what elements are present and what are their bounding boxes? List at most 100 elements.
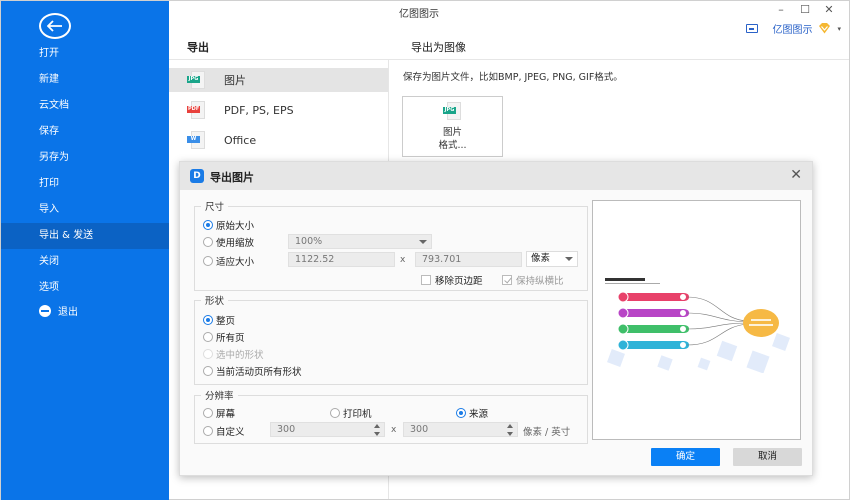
sidebar-item-label: 另存为: [39, 152, 69, 163]
radio-dot: [203, 237, 213, 247]
keep-aspect-ratio-checkbox[interactable]: 保持纵横比: [502, 273, 564, 287]
jpg-file-icon: JPG: [443, 102, 463, 120]
radio-original-size[interactable]: 原始大小: [203, 218, 254, 232]
preview-pane: [592, 200, 801, 440]
radio-whole-page[interactable]: 整页: [203, 313, 235, 327]
radio-dot: [203, 349, 213, 359]
radio-dot: [330, 408, 340, 418]
resolution-group-legend: 分辨率: [205, 391, 234, 402]
radio-dot: [203, 220, 213, 230]
radio-dot: [456, 408, 466, 418]
sidebar-item-label: 保存: [39, 126, 59, 137]
stepper-arrows-icon[interactable]: [374, 424, 381, 436]
size-group-legend: 尺寸: [205, 202, 225, 213]
close-window-button[interactable]: ✕: [819, 3, 839, 16]
sidebar-item-exit[interactable]: 退出: [1, 300, 169, 326]
remove-margin-checkbox[interactable]: 移除页边距: [421, 273, 483, 287]
preview-thumbnail: [599, 273, 795, 373]
user-area: 亿图图示 ▾: [746, 21, 841, 36]
sidebar-item-print[interactable]: 打印: [1, 171, 169, 197]
sidebar-item-label: 关闭: [39, 256, 59, 267]
cancel-button[interactable]: 取消: [733, 448, 802, 466]
format-label: 图片: [224, 74, 246, 87]
exit-icon: [39, 305, 51, 317]
preview-title: [605, 278, 645, 281]
sidebar-item-save[interactable]: 保存: [1, 119, 169, 145]
times-symbol: x: [400, 255, 406, 265]
shape-group-legend: 形状: [205, 296, 225, 307]
radio-dot: [203, 426, 213, 436]
image-format-card[interactable]: JPG 图片 格式...: [402, 96, 503, 157]
radio-dot: [203, 332, 213, 342]
user-menu-caret[interactable]: ▾: [837, 25, 841, 33]
format-item-pdf[interactable]: PDF PDF, PS, EPS: [169, 98, 388, 122]
feedback-icon[interactable]: [746, 24, 759, 33]
zoom-select[interactable]: 100%: [288, 234, 432, 249]
app-logo-icon: D: [190, 169, 204, 183]
radio-selected-shapes[interactable]: 选中的形状: [203, 347, 264, 361]
radio-custom[interactable]: 自定义: [203, 424, 245, 438]
minimize-button[interactable]: –: [771, 3, 791, 16]
sidebar-item-open[interactable]: 打开: [1, 41, 169, 67]
sidebar-item-cloud-docs[interactable]: 云文档: [1, 93, 169, 119]
format-item-office[interactable]: W Office: [169, 128, 388, 152]
times-symbol: x: [391, 425, 397, 435]
jpg-file-icon: JPG: [187, 71, 207, 89]
header-divider: [169, 59, 849, 60]
sidebar-item-label: 选项: [39, 282, 59, 293]
radio-dot: [203, 408, 213, 418]
height-input[interactable]: 793.701: [415, 252, 522, 267]
radio-fit-size[interactable]: 适应大小: [203, 254, 254, 268]
back-arrow-icon: [47, 20, 62, 32]
app-title: 亿图图示: [399, 9, 439, 20]
sidebar: 打开 新建 云文档 保存 另存为 打印 导入 导出 & 发送 关闭 选项 退出: [1, 1, 169, 500]
app-window: 打开 新建 云文档 保存 另存为 打印 导入 导出 & 发送 关闭 选项 退出 …: [0, 0, 850, 500]
sidebar-item-label: 退出: [58, 307, 78, 318]
sidebar-item-save-as[interactable]: 另存为: [1, 145, 169, 171]
radio-screen[interactable]: 屏幕: [203, 406, 235, 420]
radio-dot: [203, 256, 213, 266]
dialog-close-button[interactable]: ✕: [790, 167, 802, 183]
sidebar-item-export-send[interactable]: 导出 & 发送: [1, 223, 169, 249]
export-image-dialog: D 导出图片 ✕ 尺寸 原始大小 使用缩放 100% 适应大小 1122.52 …: [179, 161, 813, 476]
user-name[interactable]: 亿图图示: [772, 21, 812, 36]
resolution-y-stepper[interactable]: 300: [403, 422, 518, 437]
format-item-image[interactable]: JPG 图片: [169, 68, 388, 92]
export-header: 导出: [187, 41, 209, 54]
sidebar-item-import[interactable]: 导入: [1, 197, 169, 223]
sidebar-item-label: 打开: [39, 48, 59, 59]
sidebar-item-new[interactable]: 新建: [1, 67, 169, 93]
image-format-card-label: 图片 格式...: [438, 127, 467, 151]
sidebar-item-label: 新建: [39, 74, 59, 85]
word-file-icon: W: [187, 131, 207, 149]
width-input[interactable]: 1122.52: [288, 252, 395, 267]
resolution-unit-label: 像素 / 英寸: [523, 427, 571, 438]
title-bar: 亿图图示 – ☐ ✕: [169, 1, 849, 21]
sidebar-item-options[interactable]: 选项: [1, 275, 169, 301]
radio-use-zoom[interactable]: 使用缩放: [203, 235, 254, 249]
radio-dot: [203, 366, 213, 376]
sidebar-item-label: 云文档: [39, 100, 69, 111]
back-button[interactable]: [39, 13, 71, 39]
stepper-arrows-icon[interactable]: [507, 424, 514, 436]
pdf-file-icon: PDF: [187, 101, 207, 119]
resolution-x-stepper[interactable]: 300: [270, 422, 385, 437]
ok-button[interactable]: 确定: [651, 448, 720, 466]
sidebar-item-label: 打印: [39, 178, 59, 189]
radio-current-page-shapes[interactable]: 当前活动页所有形状: [203, 364, 302, 378]
preview-center-node: [743, 309, 779, 337]
chevron-down-icon: [565, 257, 573, 261]
maximize-button[interactable]: ☐: [795, 3, 815, 16]
format-label: PDF, PS, EPS: [224, 103, 294, 117]
sidebar-item-label: 导出 & 发送: [39, 230, 94, 241]
radio-printer[interactable]: 打印机: [330, 406, 372, 420]
sidebar-item-close[interactable]: 关闭: [1, 249, 169, 275]
sidebar-item-label: 导入: [39, 204, 59, 215]
unit-select[interactable]: 像素: [526, 251, 578, 267]
radio-all-pages[interactable]: 所有页: [203, 330, 245, 344]
vip-diamond-icon: [819, 23, 831, 34]
image-format-description: 保存为图片文件，比如BMP, JPEG, PNG, GIF格式。: [403, 72, 623, 83]
chevron-down-icon: [419, 240, 427, 244]
radio-source[interactable]: 来源: [456, 406, 488, 420]
format-label: Office: [224, 133, 257, 147]
